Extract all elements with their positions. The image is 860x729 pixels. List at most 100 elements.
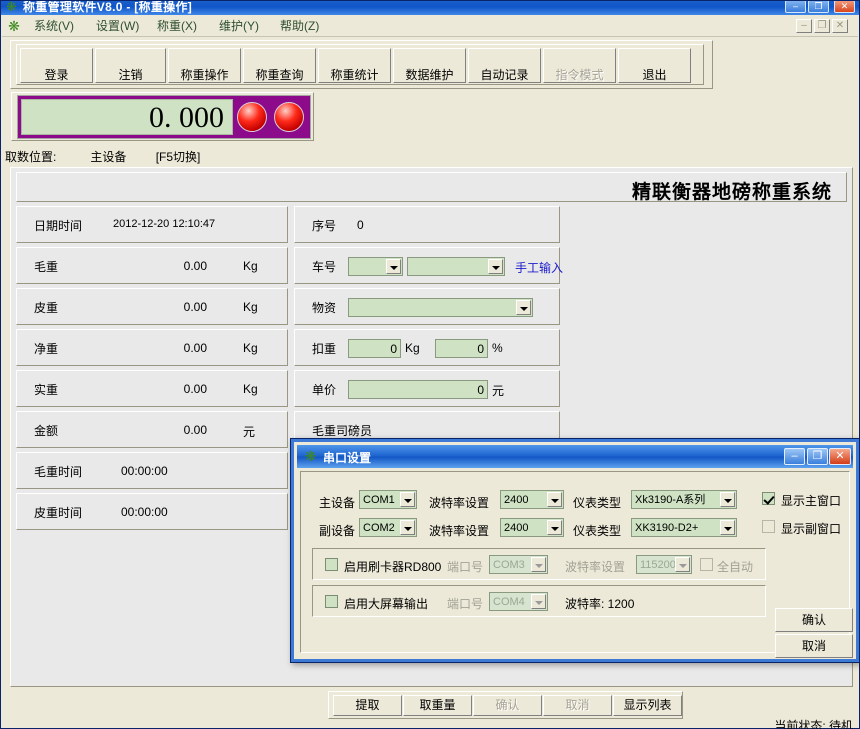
toolbar-button-login[interactable]: 登录	[20, 48, 93, 83]
main-meter-type-select[interactable]: Xk3190-A系列	[631, 490, 737, 509]
value-actual-weight: 0.00	[183, 382, 207, 396]
application-title: 称重管理软件V8.0 - [称重操作]	[23, 1, 193, 14]
clover-icon: ❋	[6, 1, 17, 14]
app-minimize-button[interactable]: –	[785, 1, 806, 13]
menu-item-system[interactable]: 系统(V)	[28, 18, 80, 34]
dialog-title: 串口设置	[323, 451, 372, 465]
chevron-down-icon[interactable]	[720, 492, 735, 507]
main-device-port-select[interactable]: COM1	[359, 490, 417, 509]
form-row-gross-time: 毛重时间 00:00:00	[16, 452, 288, 489]
label-gross-operator: 毛重司磅员	[312, 424, 373, 438]
value-gross-weight: 0.00	[183, 259, 207, 273]
chevron-down-icon[interactable]	[386, 259, 401, 274]
deduction-kg-input[interactable]: 0	[348, 339, 401, 358]
label-sub-device: 副设备	[319, 524, 356, 538]
menu-item-settings[interactable]: 设置(W)	[90, 18, 145, 34]
sub-baud-select[interactable]: 2400	[500, 518, 564, 537]
show-sub-window-checkbox[interactable]	[762, 520, 775, 533]
sub-device-port-select[interactable]: COM2	[359, 518, 417, 537]
get-weight-button[interactable]: 取重量	[403, 695, 472, 716]
page-title: 精联衡器地磅称重系统	[631, 182, 832, 203]
menu-item-maintenance[interactable]: 维护(Y)	[213, 18, 265, 34]
toolbar-button-exit[interactable]: 退出	[618, 48, 691, 83]
form-row-deduction: 扣重 0 Kg 0 %	[294, 329, 560, 366]
chevron-down-icon[interactable]	[488, 259, 503, 274]
label-big-screen-baud: 波特率: 1200	[565, 597, 635, 611]
value-amount: 0.00	[183, 423, 207, 437]
label-gross-weight: 毛重	[34, 260, 59, 274]
form-row-net-weight: 净重 0.00 Kg	[16, 329, 288, 366]
label-tare-weight: 皮重	[34, 301, 59, 315]
main-baud-select[interactable]: 2400	[500, 490, 564, 509]
weight-display-container: 0. 000	[11, 92, 314, 141]
dialog-body: 主设备 COM1 波特率设置 2400 仪表类型 Xk3190-A系列 显示主窗…	[300, 471, 853, 658]
dialog-cancel-button[interactable]: 取消	[775, 634, 853, 658]
label-amount: 金额	[34, 424, 59, 438]
toolbar-button-data-maint[interactable]: 数据维护	[393, 48, 466, 83]
unit-price-input[interactable]: 0	[348, 380, 488, 399]
car-no-select[interactable]	[407, 257, 505, 276]
mdi-minimize-button[interactable]: –	[796, 19, 812, 33]
form-row-tare-weight: 皮重 0.00 Kg	[16, 288, 288, 325]
dialog-maximize-button[interactable]: ❐	[807, 448, 828, 465]
mdi-restore-button[interactable]: ❐	[814, 19, 830, 33]
extract-button[interactable]: 提取	[333, 695, 402, 716]
label-show-main-window: 显示主窗口	[781, 494, 842, 508]
menu-item-weighing[interactable]: 称重(X)	[151, 18, 203, 34]
chevron-down-icon[interactable]	[516, 300, 531, 315]
goods-select[interactable]	[348, 298, 533, 317]
label-tare-time: 皮重时间	[34, 506, 83, 520]
weight-value-display: 0. 000	[21, 99, 233, 135]
deduction-pct-input[interactable]: 0	[435, 339, 488, 358]
toolbar-button-weigh-stats[interactable]: 称重统计	[318, 48, 391, 83]
pick-position-device: 主设备	[90, 150, 127, 164]
confirm-button: 确认	[473, 695, 542, 716]
dialog-close-button[interactable]: ✕	[829, 448, 851, 465]
main-meter-type-value: Xk3190-A系列	[635, 494, 706, 506]
value-tare-time: 00:00:00	[121, 505, 168, 519]
indicator-led-right-icon	[274, 102, 304, 132]
form-row-unit-price: 单价 0 元	[294, 370, 560, 407]
manual-input-link[interactable]: 手工输入	[515, 259, 563, 276]
indicator-led-left-icon	[237, 102, 267, 132]
action-button-bar: 提取 取重量 确认 取消 显示列表	[328, 691, 683, 719]
toolbar-button-weigh-op[interactable]: 称重操作	[168, 48, 241, 83]
label-show-sub-window: 显示副窗口	[781, 522, 842, 536]
dialog-minimize-button[interactable]: –	[784, 448, 805, 465]
application-titlebar: ❋ 称重管理软件V8.0 - [称重操作] – ❐ ✕	[1, 1, 859, 15]
label-main-meter-type: 仪表类型	[573, 496, 622, 510]
enable-card-reader-checkbox[interactable]	[325, 558, 338, 571]
enable-big-screen-checkbox[interactable]	[325, 595, 338, 608]
form-row-datetime: 日期时间 2012-12-20 12:10:47	[16, 206, 288, 243]
car-no-prefix-select[interactable]	[348, 257, 403, 276]
sub-meter-type-select[interactable]: XK3190-D2+	[631, 518, 737, 537]
app-maximize-button[interactable]: ❐	[808, 1, 829, 13]
sub-meter-type-value: XK3190-D2+	[635, 522, 699, 534]
toolbar: 登录 注销 称重操作 称重查询 称重统计 数据维护 自动记录 指令模式 退出	[10, 40, 713, 89]
unit-deduction-kg: Kg	[405, 341, 420, 355]
form-row-car-no: 车号 手工输入	[294, 247, 563, 284]
show-list-button[interactable]: 显示列表	[613, 695, 682, 716]
chevron-down-icon[interactable]	[720, 520, 735, 535]
dialog-ok-button[interactable]: 确认	[775, 608, 853, 632]
show-main-window-checkbox[interactable]	[762, 492, 775, 505]
label-main-device: 主设备	[319, 496, 356, 510]
label-card-reader-auto: 全自动	[717, 560, 754, 574]
chevron-down-icon[interactable]	[400, 520, 415, 535]
card-reader-baud-select: 115200	[636, 555, 692, 574]
mdi-close-button[interactable]: ✕	[832, 19, 848, 33]
toolbar-button-weigh-query[interactable]: 称重查询	[243, 48, 316, 83]
card-reader-auto-checkbox	[700, 558, 713, 571]
big-screen-port-value: COM4	[493, 596, 525, 608]
toolbar-button-logout[interactable]: 注销	[95, 48, 166, 83]
dialog-frame: ❋ 串口设置 – ❐ ✕ 主设备 COM1 波特率设置 2400 仪表类型 Xk…	[291, 439, 859, 662]
card-reader-group: 启用刷卡器RD800 端口号 COM3 波特率设置 115200 全自动	[312, 548, 766, 580]
chevron-down-icon[interactable]	[547, 492, 562, 507]
app-close-button[interactable]: ✕	[834, 1, 855, 13]
weight-display-panel: 0. 000	[17, 95, 311, 139]
chevron-down-icon[interactable]	[400, 492, 415, 507]
toolbar-button-auto-record[interactable]: 自动记录	[468, 48, 541, 83]
menu-item-help[interactable]: 帮助(Z)	[274, 18, 325, 34]
value-tare-weight: 0.00	[183, 300, 207, 314]
chevron-down-icon[interactable]	[547, 520, 562, 535]
